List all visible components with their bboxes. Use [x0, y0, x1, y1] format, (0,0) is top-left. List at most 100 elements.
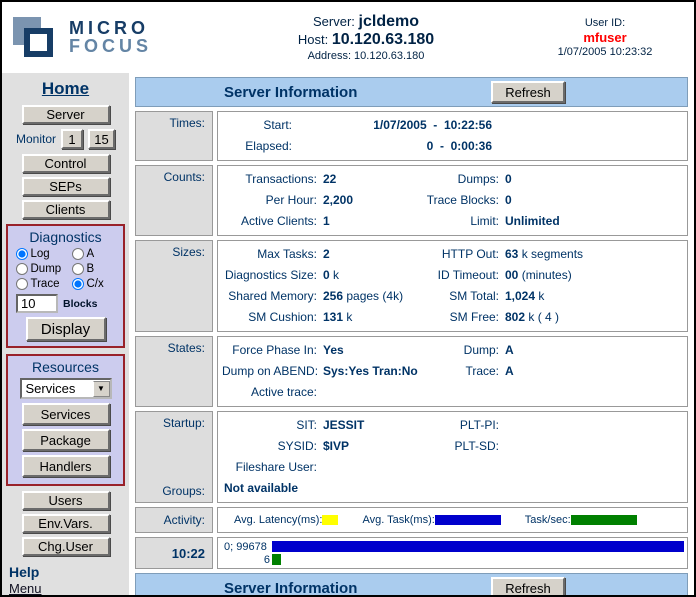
field-label: Force Phase In:	[222, 340, 317, 361]
field-value: Unlimited	[499, 211, 683, 232]
resources-title: Resources	[32, 359, 99, 375]
logo-text-focus: FOCUS	[69, 38, 152, 55]
field-value: Sys:Yes Tran:No	[317, 361, 417, 382]
host-address: 10.120.63.180	[332, 31, 434, 48]
field-value: JESSIT	[317, 415, 417, 436]
envvars-button[interactable]: Env.Vars.	[22, 514, 110, 533]
sizes-label: Sizes:	[135, 240, 213, 332]
field-label: Active trace:	[222, 382, 317, 403]
activity-section: Activity: Avg. Latency(ms): Avg. Task(ms…	[135, 507, 688, 533]
menu-link[interactable]: Menu	[9, 581, 42, 595]
blocks-input[interactable]	[16, 294, 58, 313]
counts-section: Counts: Transactions: 22 Dumps: 0 Per Ho…	[135, 165, 688, 236]
field-value	[499, 415, 683, 436]
latency-bar-swatch	[322, 515, 338, 525]
field-value: 0	[499, 190, 683, 211]
server-info-footer-bar: Server Information Refresh	[135, 573, 688, 597]
radio-log-label: Log	[31, 248, 50, 260]
chevron-down-icon[interactable]: ▼	[93, 381, 110, 397]
timeline-tasksec-value: 6	[224, 554, 272, 566]
services-button[interactable]: Services	[22, 403, 110, 425]
field-label: Trace Blocks:	[417, 190, 499, 211]
package-button[interactable]: Package	[22, 429, 110, 451]
field-value	[499, 436, 683, 457]
field-label: ID Timeout:	[417, 265, 499, 286]
field-value: Yes	[317, 340, 417, 361]
sidebar: Home Server Monitor 1 15 Control SEPs Cl…	[2, 73, 129, 595]
field-label: Transactions:	[222, 169, 317, 190]
tasksec-bar-swatch	[571, 515, 637, 525]
activity-label: Activity:	[135, 507, 213, 533]
user-info: User ID: mfuser 1/07/2005 10:23:32	[530, 17, 680, 58]
content-area: Home Server Monitor 1 15 Control SEPs Cl…	[2, 73, 694, 595]
times-section: Times: Start: 1/07/2005 - 10:22:56 Elaps…	[135, 111, 688, 161]
display-button[interactable]: Display	[26, 317, 106, 341]
logo-text-micro: MICRO	[69, 20, 152, 37]
user-id-label: User ID:	[530, 17, 680, 29]
server-button[interactable]: Server	[22, 105, 110, 124]
times-body: Start: 1/07/2005 - 10:22:56 Elapsed: 0 -…	[217, 111, 688, 161]
timeline-tasksec-bar	[272, 554, 281, 565]
radio-cx-input[interactable]	[72, 278, 84, 290]
legend-task-label: Avg. Task(ms):	[362, 514, 434, 526]
handlers-button[interactable]: Handlers	[22, 455, 110, 477]
radio-trace-input[interactable]	[16, 278, 28, 290]
field-label: Active Clients:	[222, 211, 317, 232]
timeline-task-value: 0; 99678	[224, 541, 272, 553]
diagnostics-panel: Diagnostics Log A Dump	[6, 224, 125, 348]
radio-trace[interactable]: Trace	[16, 278, 72, 290]
field-label: Trace:	[417, 361, 499, 382]
radio-dump-input[interactable]	[16, 263, 28, 275]
field-value: 131 k	[317, 307, 417, 328]
field-label: Dump:	[417, 340, 499, 361]
field-label: PLT-SD:	[417, 436, 499, 457]
radio-b-input[interactable]	[72, 263, 84, 275]
control-button[interactable]: Control	[22, 154, 110, 173]
radio-log[interactable]: Log	[16, 248, 72, 260]
seps-button[interactable]: SEPs	[22, 177, 110, 196]
home-link[interactable]: Home	[42, 79, 89, 99]
server-info-title-bar: Server Information Refresh	[135, 77, 688, 107]
radio-trace-label: Trace	[31, 278, 60, 290]
server-label: Server:	[313, 14, 355, 29]
field-label: Diagnostics Size:	[222, 265, 317, 286]
field-label: Dump on ABEND:	[222, 361, 317, 382]
times-label: Times:	[135, 111, 213, 161]
radio-b[interactable]: B	[72, 263, 118, 275]
radio-a[interactable]: A	[72, 248, 118, 260]
footer-title: Server Information	[224, 580, 357, 597]
field-value: 2	[317, 244, 417, 265]
field-value: 802 k ( 4 )	[499, 307, 683, 328]
resources-select[interactable]: Services ▼	[20, 378, 112, 399]
user-id-value: mfuser	[530, 30, 680, 45]
counts-label: Counts:	[135, 165, 213, 236]
page-header: MICRO FOCUS Server: jcldemo Host: 10.120…	[2, 2, 694, 73]
field-label: Fileshare User:	[222, 457, 317, 478]
monitor-15-button[interactable]: 15	[88, 129, 115, 149]
states-body: Force Phase In: Yes Dump: A Dump on ABEN…	[217, 336, 688, 407]
task-bar-swatch	[435, 515, 501, 525]
users-button[interactable]: Users	[22, 491, 110, 510]
field-label: Shared Memory:	[222, 286, 317, 307]
help-label: Help	[9, 564, 39, 580]
states-section: States: Force Phase In: Yes Dump: A Dump…	[135, 336, 688, 407]
main-panel: Server Information Refresh Times: Start:…	[129, 73, 694, 595]
server-name: jcldemo	[359, 13, 419, 30]
field-value: 2,200	[317, 190, 417, 211]
radio-cx[interactable]: C/x	[72, 278, 118, 290]
startup-label: Startup:	[136, 416, 205, 430]
radio-a-input[interactable]	[72, 248, 84, 260]
resources-panel: Resources Services ▼ Services Package Ha…	[6, 354, 125, 486]
radio-log-input[interactable]	[16, 248, 28, 260]
refresh-button-top[interactable]: Refresh	[491, 81, 565, 103]
field-label: SM Free:	[417, 307, 499, 328]
field-label: SYSID:	[222, 436, 317, 457]
server-identity: Server: jcldemo Host: 10.120.63.180 Addr…	[202, 13, 530, 62]
refresh-button-bottom[interactable]: Refresh	[491, 577, 565, 597]
field-value	[317, 382, 417, 403]
clients-button[interactable]: Clients	[22, 200, 110, 219]
monitor-1-button[interactable]: 1	[61, 129, 83, 149]
radio-dump[interactable]: Dump	[16, 263, 72, 275]
chguser-button[interactable]: Chg.User	[22, 537, 110, 556]
radio-dump-label: Dump	[31, 263, 62, 275]
